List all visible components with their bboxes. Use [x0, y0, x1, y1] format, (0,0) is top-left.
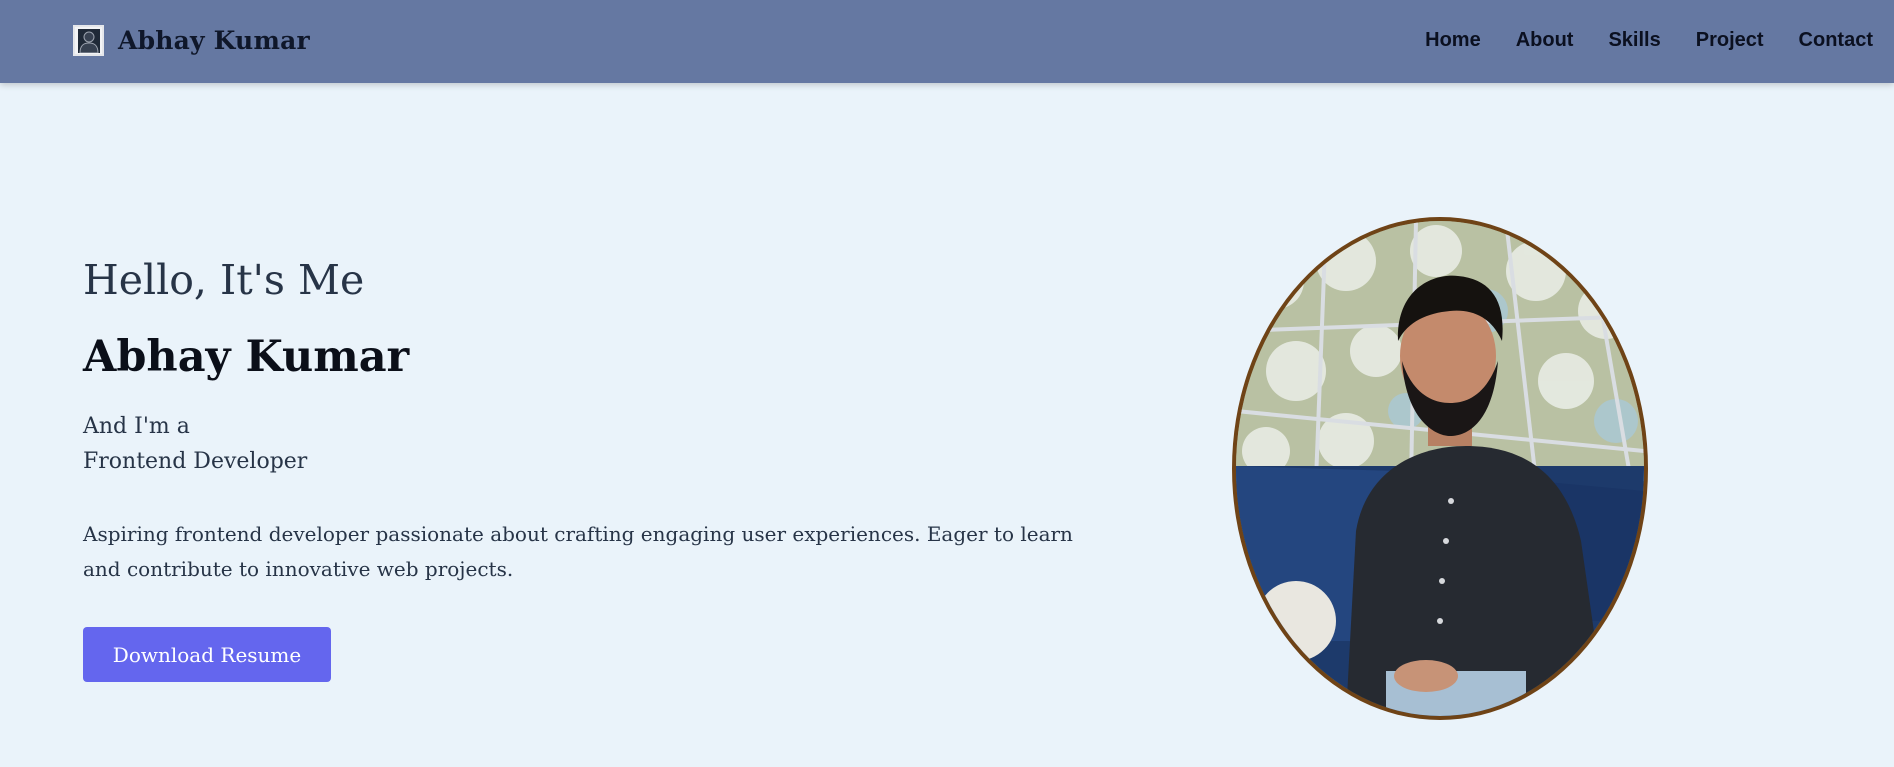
nav-link-home[interactable]: Home — [1425, 29, 1481, 52]
nav-link-project[interactable]: Project — [1696, 29, 1764, 52]
brand-title: Abhay Kumar — [118, 26, 310, 55]
hero-greeting: Hello, It's Me — [83, 256, 365, 304]
user-portrait-icon — [73, 25, 104, 56]
download-resume-button[interactable]: Download Resume — [83, 627, 331, 682]
profile-photo — [1232, 217, 1648, 720]
role-title: Frontend Developer — [83, 449, 308, 474]
nav-link-about[interactable]: About — [1516, 29, 1574, 52]
nav-link-contact[interactable]: Contact — [1799, 29, 1873, 52]
nav-links: Home About Skills Project Contact — [1425, 29, 1873, 52]
hero-role: And I'm a Frontend Developer — [83, 409, 307, 479]
nav-link-skills[interactable]: Skills — [1608, 29, 1660, 52]
hero-description: Aspiring frontend developer passionate a… — [83, 522, 1073, 581]
brand[interactable]: Abhay Kumar — [73, 25, 310, 56]
hero-name: Abhay Kumar — [83, 332, 410, 382]
role-intro-line: And I'm a — [83, 414, 190, 439]
navbar: Abhay Kumar Home About Skills Project Co… — [0, 0, 1894, 83]
